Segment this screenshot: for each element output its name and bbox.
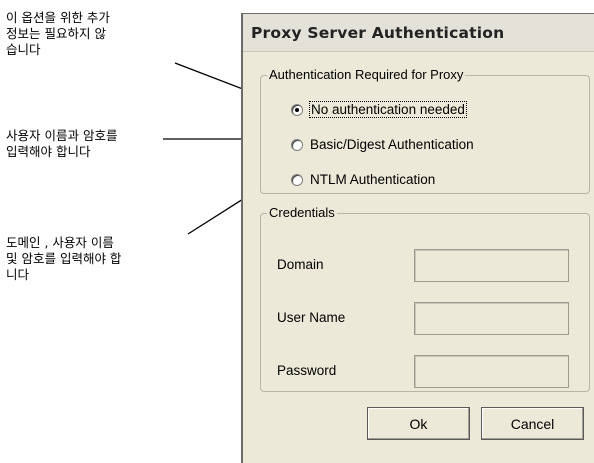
basic-auth-annotation: 사용자 이름과 암호를 입력해야 합니다 — [6, 128, 118, 159]
radio-button-icon[interactable] — [291, 173, 303, 186]
dialog-title: Proxy Server Authentication — [251, 23, 505, 42]
no-auth-annotation: 이 옵션을 위한 추가 정보는 필요하지 않 습니다 — [6, 10, 110, 57]
user-name-field[interactable] — [414, 302, 569, 335]
ntlm-annotation: 도메인 , 사용자 이름 및 암호를 입력해야 합 니다 — [6, 235, 122, 282]
credentials-group: Credentials Domain User Name Password — [260, 205, 590, 392]
title-bar: Proxy Server Authentication — [243, 14, 594, 52]
radio-button-icon[interactable] — [291, 103, 303, 116]
user-name-label: User Name — [277, 310, 346, 325]
password-label: Password — [277, 363, 337, 378]
radio-label: Basic/Digest Authentication — [310, 137, 474, 152]
radio-ntlm[interactable]: NTLM Authentication — [291, 172, 435, 187]
proxy-auth-dialog: Proxy Server Authentication Authenticati… — [241, 13, 594, 463]
auth-required-group: Authentication Required for Proxy No aut… — [260, 67, 590, 194]
ok-button[interactable]: Ok — [367, 407, 470, 440]
radio-button-icon[interactable] — [291, 138, 303, 151]
radio-label: No authentication needed — [309, 101, 467, 118]
radio-label: NTLM Authentication — [310, 172, 436, 187]
cancel-button[interactable]: Cancel — [481, 407, 584, 440]
radio-basic-digest[interactable]: Basic/Digest Authentication — [291, 137, 474, 152]
domain-field[interactable] — [414, 249, 569, 282]
auth-group-legend: Authentication Required for Proxy — [267, 67, 466, 82]
radio-no-auth[interactable]: No authentication needed — [291, 101, 467, 118]
password-field[interactable] — [414, 355, 569, 388]
credentials-group-legend: Credentials — [267, 205, 337, 220]
domain-label: Domain — [277, 257, 324, 272]
